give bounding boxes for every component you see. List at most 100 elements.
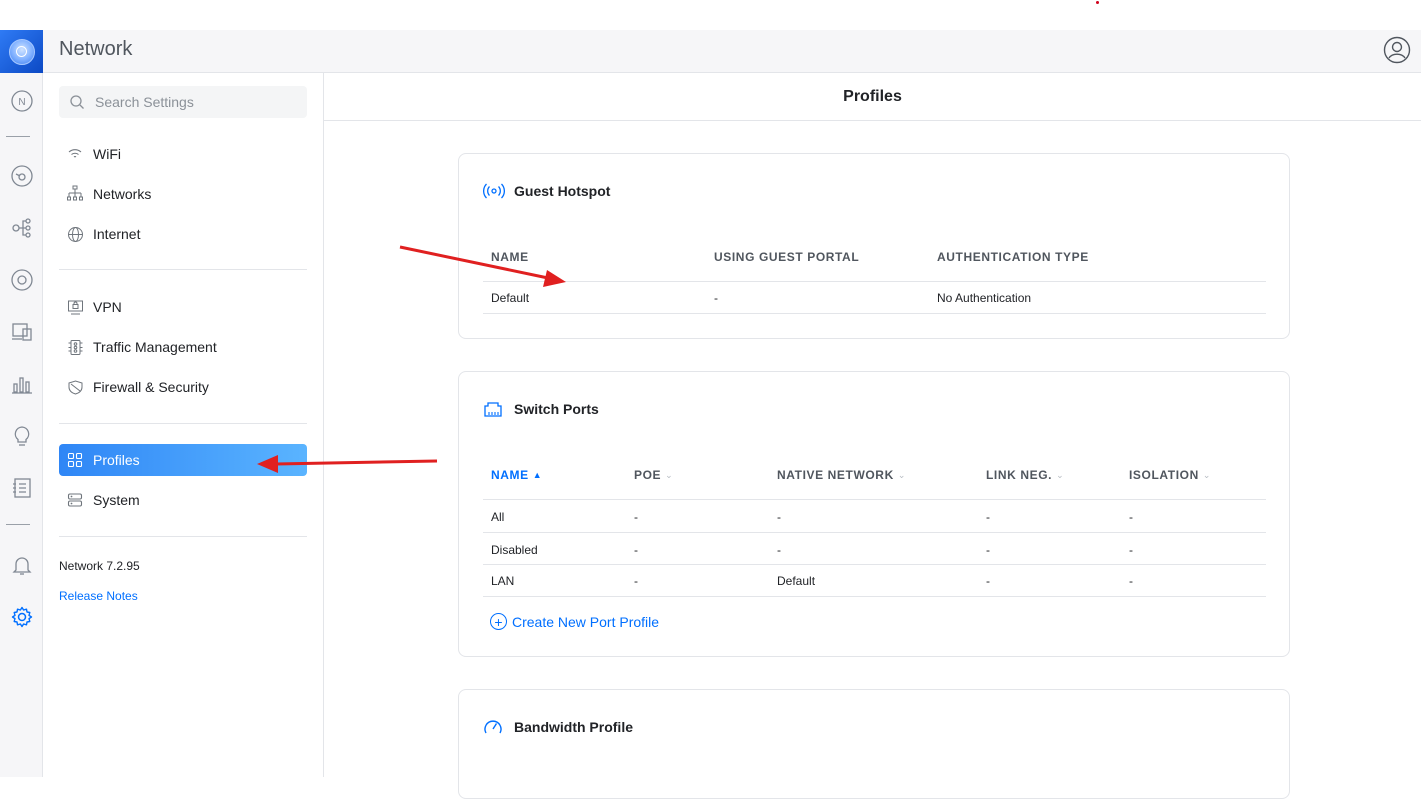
sidebar-item-firewall-security[interactable]: Firewall & Security — [59, 371, 307, 403]
switch-port-icon — [483, 400, 505, 418]
user-avatar-icon[interactable] — [1383, 36, 1411, 64]
dashboard-icon[interactable] — [5, 161, 38, 191]
column-header-label: LINK NEG. — [986, 468, 1053, 482]
network-tree-icon — [66, 185, 84, 203]
network-app-icon[interactable]: N — [5, 86, 38, 116]
column-header-native-network[interactable]: NATIVE NETWORK ⌄ — [777, 468, 906, 482]
table-cell: - — [986, 543, 990, 557]
vpn-icon — [66, 298, 84, 316]
system-icon — [66, 491, 84, 509]
column-header-auth-type[interactable]: AUTHENTICATION TYPE — [937, 250, 1089, 264]
devices-icon[interactable] — [5, 265, 38, 295]
table-cell: - — [1129, 510, 1133, 524]
column-header-guest-portal[interactable]: USING GUEST PORTAL — [714, 250, 859, 264]
sidebar-divider — [59, 536, 307, 537]
table-cell[interactable]: LAN — [491, 574, 514, 588]
table-cell: - — [634, 510, 638, 524]
table-cell: - — [1129, 574, 1133, 588]
sidebar-item-label: WiFi — [93, 146, 121, 162]
card-title-text: Guest Hotspot — [514, 183, 611, 199]
create-port-profile-button[interactable]: + Create New Port Profile — [490, 613, 659, 630]
table-cell[interactable]: All — [491, 510, 504, 524]
plus-circle-icon: + — [490, 613, 507, 630]
card-title: Switch Ports — [483, 400, 599, 418]
table-cell: - — [714, 291, 718, 305]
version-label: Network 7.2.95 — [59, 559, 140, 573]
annotation-dot — [1096, 1, 1099, 4]
column-header-name[interactable]: NAME — [491, 250, 529, 264]
table-divider — [483, 564, 1266, 565]
table-divider — [483, 532, 1266, 533]
logs-icon[interactable] — [5, 473, 38, 503]
app-title: Network — [59, 38, 133, 60]
table-cell: Default — [777, 574, 816, 588]
table-cell: - — [1129, 543, 1133, 557]
chevron-down-icon: ⌄ — [1056, 469, 1065, 480]
column-header-name[interactable]: NAME ▲ — [491, 468, 542, 482]
sidebar-item-networks[interactable]: Networks — [59, 178, 307, 210]
alarms-bell-icon[interactable] — [5, 550, 38, 580]
traffic-icon — [66, 338, 84, 356]
table-cell[interactable]: Default — [491, 291, 529, 305]
table-divider — [483, 281, 1266, 282]
insights-icon[interactable] — [5, 421, 38, 451]
settings-sidebar: WiFi Networks Internet VPN Traffic Manag… — [43, 73, 324, 777]
chevron-down-icon: ⌄ — [1202, 469, 1211, 480]
sidebar-item-label: VPN — [93, 299, 122, 315]
column-header-label: NAME — [491, 468, 529, 482]
settings-gear-icon[interactable] — [5, 602, 38, 632]
sidebar-item-internet[interactable]: Internet — [59, 218, 307, 250]
table-cell: - — [986, 510, 990, 524]
sidebar-item-label: Internet — [93, 226, 141, 242]
wifi-icon — [66, 145, 84, 163]
page-title: Profiles — [843, 88, 902, 105]
sidebar-item-label: Profiles — [93, 452, 140, 468]
bandwidth-profile-card: Bandwidth Profile — [458, 689, 1290, 799]
table-cell: No Authentication — [937, 291, 1032, 305]
column-header-label: NATIVE NETWORK — [777, 468, 894, 482]
column-header-link-neg[interactable]: LINK NEG. ⌄ — [986, 468, 1064, 482]
card-title-text: Switch Ports — [514, 401, 599, 417]
clients-icon[interactable] — [5, 317, 38, 347]
svg-text:N: N — [18, 97, 25, 108]
app-header: Network — [43, 30, 1421, 73]
table-cell: - — [777, 510, 781, 524]
column-header-poe[interactable]: POE ⌄ — [634, 468, 673, 482]
profiles-icon — [66, 451, 84, 469]
search-box[interactable] — [59, 86, 307, 118]
sidebar-item-label: Traffic Management — [93, 339, 217, 355]
sidebar-item-label: Firewall & Security — [93, 379, 209, 395]
column-header-isolation[interactable]: ISOLATION ⌄ — [1129, 468, 1211, 482]
sidebar-item-vpn[interactable]: VPN — [59, 291, 307, 323]
search-icon — [70, 95, 84, 109]
main-content: Profiles Guest Hotspot NAME USING GUEST … — [324, 73, 1421, 799]
sidebar-item-label: System — [93, 492, 140, 508]
search-input[interactable] — [95, 94, 295, 110]
table-cell: - — [986, 574, 990, 588]
sidebar-divider — [59, 269, 307, 270]
topology-icon[interactable] — [5, 213, 38, 243]
column-header-label: POE — [634, 468, 662, 482]
table-cell: - — [777, 543, 781, 557]
table-cell[interactable]: Disabled — [491, 543, 538, 557]
statistics-icon[interactable] — [5, 369, 38, 399]
hotspot-broadcast-icon — [483, 182, 505, 200]
table-divider — [483, 313, 1266, 314]
sidebar-item-label: Networks — [93, 186, 152, 202]
sidebar-item-profiles[interactable]: Profiles — [59, 444, 307, 476]
unifi-logo-icon[interactable] — [0, 30, 43, 73]
globe-icon — [66, 225, 84, 243]
column-header-label: ISOLATION — [1129, 468, 1199, 482]
rail-divider — [6, 524, 30, 525]
sidebar-item-wifi[interactable]: WiFi — [59, 138, 307, 170]
sidebar-divider — [59, 423, 307, 424]
chevron-down-icon: ⌄ — [897, 469, 906, 480]
gauge-icon — [483, 718, 505, 736]
sidebar-item-system[interactable]: System — [59, 484, 307, 516]
chevron-down-icon: ⌄ — [665, 469, 674, 480]
app-rail: N — [0, 30, 43, 777]
table-divider — [483, 499, 1266, 500]
sidebar-item-traffic-management[interactable]: Traffic Management — [59, 331, 307, 363]
card-title: Bandwidth Profile — [483, 718, 633, 736]
release-notes-link[interactable]: Release Notes — [59, 589, 138, 603]
